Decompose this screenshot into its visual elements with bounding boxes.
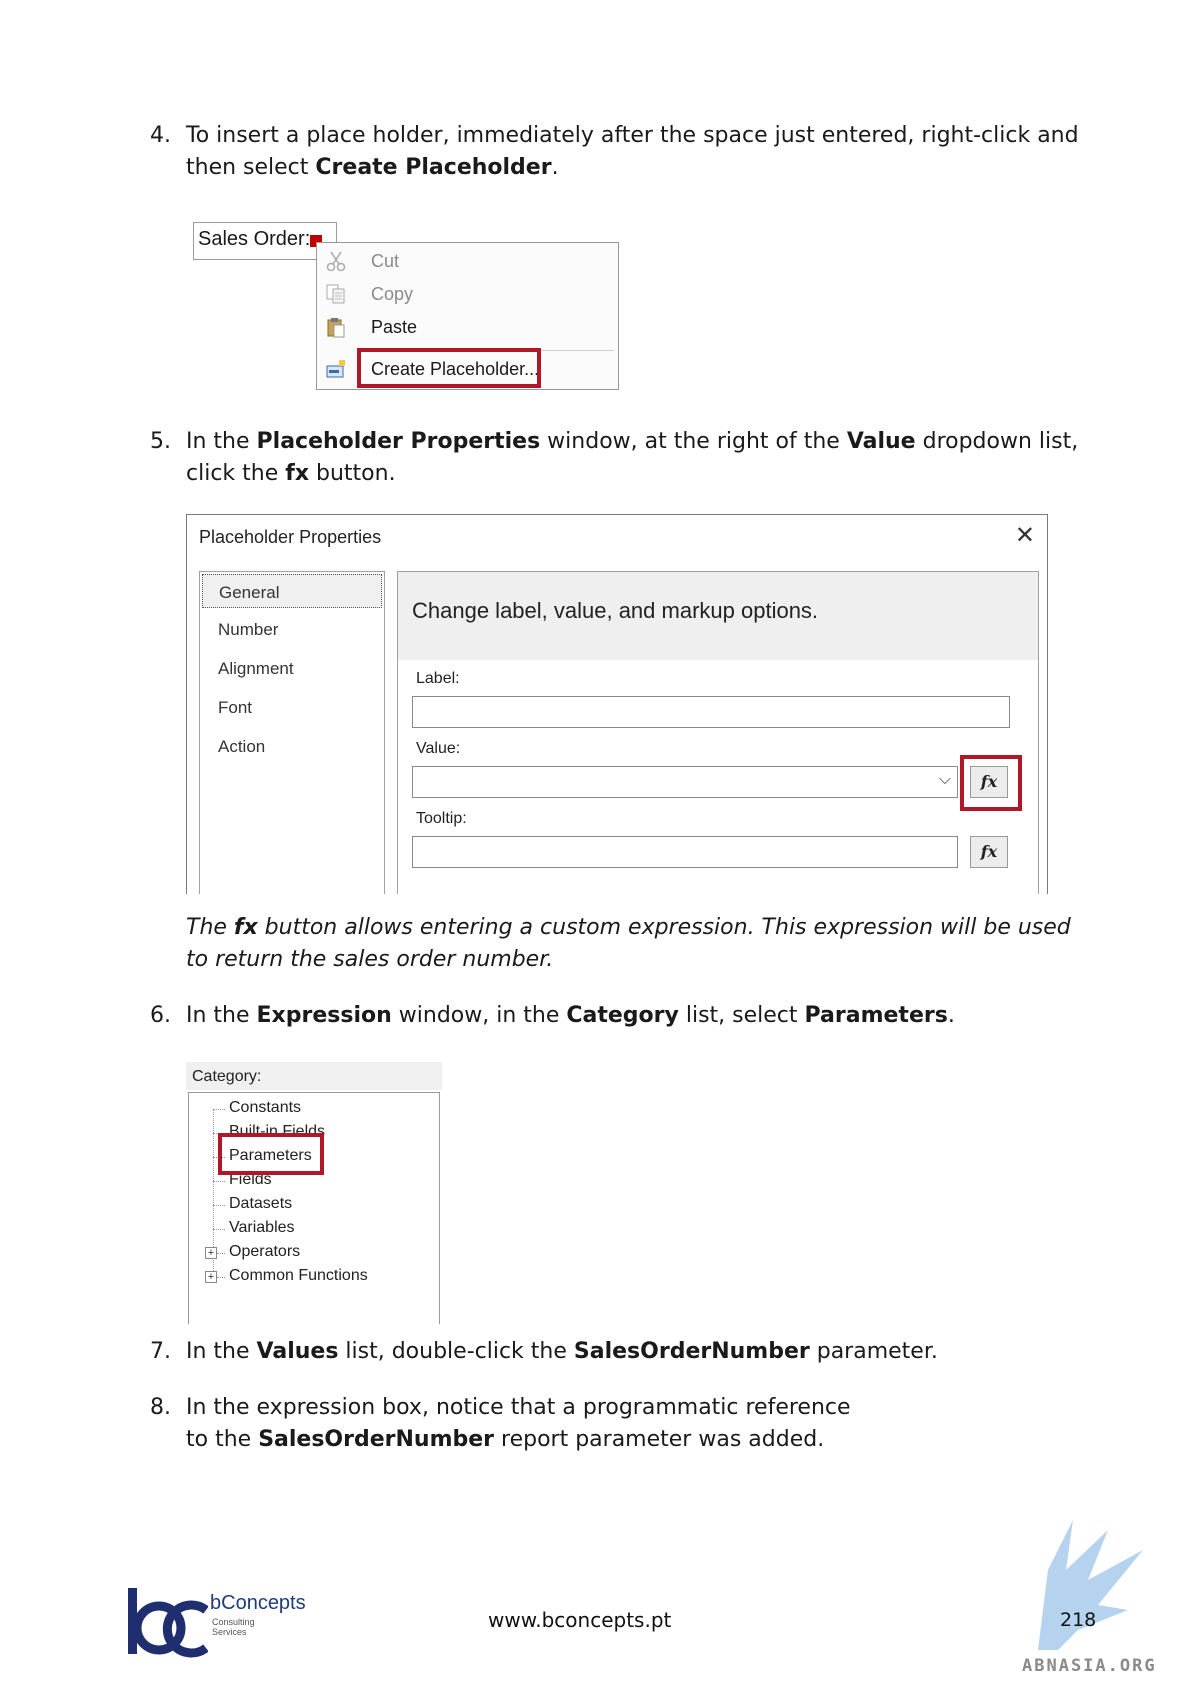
watermark-text: ABNASIA.ORG [1022, 1656, 1157, 1676]
dialog-header: Change label, value, and markup options. [398, 572, 1038, 660]
dialog-nav: General Number Alignment Font Action [199, 571, 385, 894]
page-number: 218 [1060, 1609, 1097, 1631]
menu-item-copy[interactable]: Copy [317, 278, 618, 310]
label-input[interactable] [412, 696, 1010, 728]
tree-item-operators[interactable]: Operators [229, 1243, 300, 1261]
highlight-box-parameters [218, 1133, 324, 1175]
scissors-icon [325, 250, 347, 272]
placeholder-icon [325, 358, 347, 380]
bconcepts-logo-icon [128, 1588, 208, 1658]
step-6: 6. In the Expression window, in the Cate… [150, 1003, 955, 1028]
expand-icon[interactable]: + [205, 1271, 217, 1283]
step-4: 4. To insert a place holder, immediately… [150, 123, 1079, 180]
copy-icon [325, 283, 347, 305]
step-5: 5. In the Placeholder Properties window,… [150, 429, 1079, 486]
dialog-main-panel: Change label, value, and markup options.… [397, 571, 1039, 894]
paste-icon [325, 316, 347, 338]
nav-item-action[interactable]: Action [202, 729, 382, 763]
nav-item-general[interactable]: General [202, 574, 382, 608]
menu-item-paste[interactable]: Paste [317, 311, 618, 343]
highlight-box-fx [960, 755, 1022, 811]
tree-item-datasets[interactable]: Datasets [229, 1195, 292, 1213]
expand-icon[interactable]: + [205, 1247, 217, 1259]
nav-item-font[interactable]: Font [202, 690, 382, 724]
placeholder-properties-dialog: Placeholder Properties ✕ General Number … [186, 514, 1048, 894]
tooltip-caption: Tooltip: [416, 810, 467, 827]
fx-note: The fx button allows entering a custom e… [186, 915, 1071, 972]
tooltip-input[interactable] [412, 836, 958, 868]
category-panel: Category: Constants Built-in Fields Para… [186, 1062, 442, 1324]
value-caption: Value: [416, 740, 461, 757]
step-8: 8. In the expression box, notice that a … [150, 1395, 851, 1452]
nav-item-alignment[interactable]: Alignment [202, 651, 382, 685]
menu-item-cut[interactable]: Cut [317, 245, 618, 277]
brand-name: bConcepts [210, 1592, 306, 1614]
tree-item-constants[interactable]: Constants [229, 1099, 301, 1117]
tree-item-common-functions[interactable]: Common Functions [229, 1267, 368, 1285]
footer-url[interactable]: www.bconcepts.pt [488, 1608, 671, 1632]
label-caption: Label: [416, 670, 460, 687]
category-tree: Constants Built-in Fields Parameters Fie… [188, 1092, 440, 1324]
chevron-down-icon: ⌵ [938, 771, 951, 788]
value-dropdown[interactable]: ⌵ [412, 766, 958, 798]
category-caption: Category: [192, 1068, 262, 1085]
highlight-box-create-placeholder [357, 348, 541, 388]
watermark-griffin-icon [1038, 1520, 1143, 1650]
brand-subtitle: Consulting Services [212, 1617, 255, 1637]
close-icon[interactable]: ✕ [1015, 521, 1035, 550]
step-7: 7. In the Values list, double-click the … [150, 1339, 938, 1364]
dialog-title: Placeholder Properties [199, 527, 382, 547]
nav-item-number[interactable]: Number [202, 612, 382, 646]
tooltip-fx-button[interactable]: fx [970, 836, 1008, 868]
tree-item-variables[interactable]: Variables [229, 1219, 295, 1237]
